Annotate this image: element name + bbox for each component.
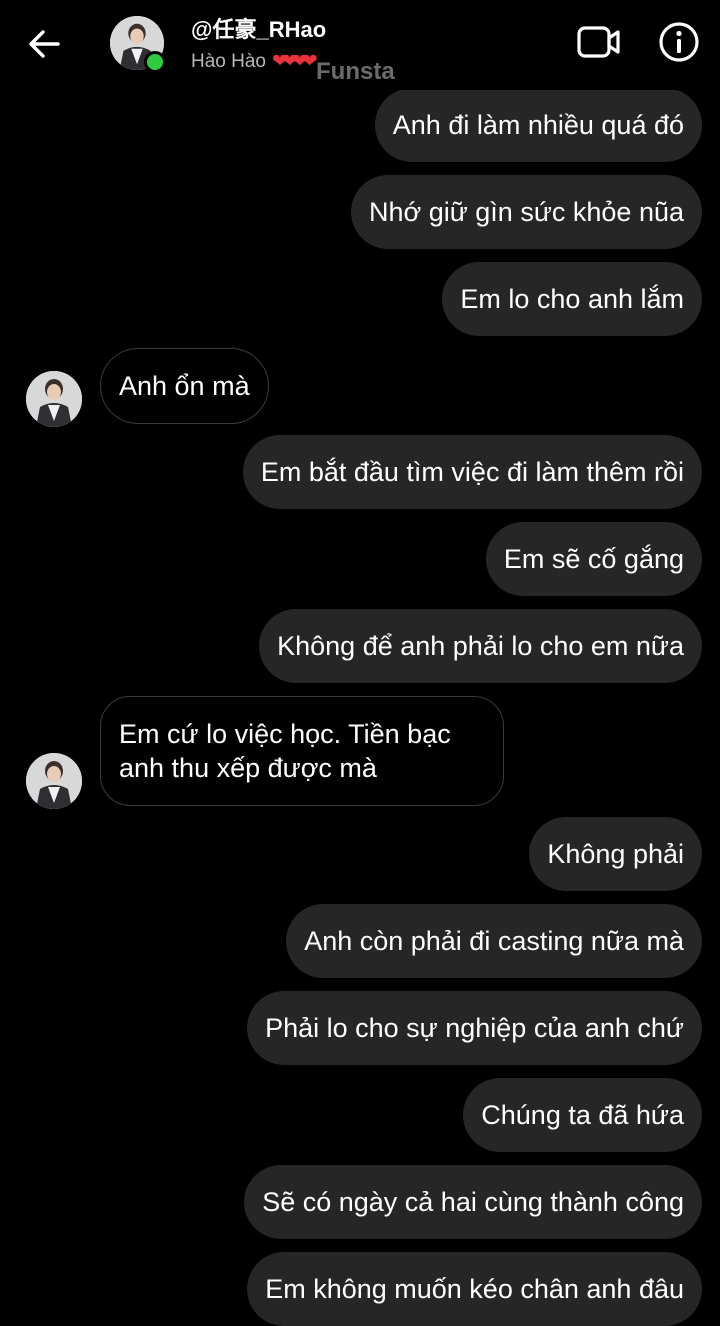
received-message-bubble[interactable]: Em cứ lo việc học. Tiền bạc anh thu xếp … (100, 696, 504, 806)
sent-message-bubble[interactable]: Không để anh phải lo cho em nữa (259, 609, 702, 683)
arrow-left-icon (29, 30, 60, 58)
sent-message-bubble[interactable]: Em bắt đầu tìm việc đi làm thêm rồi (242, 435, 702, 509)
sent-message-bubble[interactable]: Anh còn phải đi casting nữa mà (286, 904, 702, 978)
sent-message-bubble[interactable]: Không phải (529, 817, 702, 891)
contact-status: Hào Hào ❤❤❤❤ (191, 50, 318, 74)
sent-message-bubble[interactable]: Phải lo cho sự nghiệp của anh chứ (247, 991, 702, 1065)
received-message-bubble[interactable]: Anh ổn mà (100, 348, 269, 424)
chat-header: @任豪_RHao Hào Hào ❤❤❤❤ Funsta (0, 0, 720, 90)
sent-message-bubble[interactable]: Em lo cho anh lắm (442, 262, 702, 336)
video-camera-icon (577, 26, 620, 58)
video-call-button[interactable] (576, 22, 622, 62)
sent-message-bubble[interactable]: Sẽ có ngày cả hai cùng thành công (244, 1165, 702, 1239)
avatar-photo (26, 371, 82, 427)
sent-message-bubble[interactable]: Chúng ta đã hứa (463, 1078, 702, 1152)
info-circle-icon (659, 22, 699, 62)
watermark: Funsta (316, 58, 395, 85)
sent-message-bubble[interactable]: Anh đi làm nhiều quá đó (374, 88, 702, 162)
contact-display-name: Hào Hào (191, 51, 266, 72)
avatar-photo (26, 753, 82, 809)
sent-message-bubble[interactable]: Nhớ giữ gìn sức khỏe nũa (350, 175, 702, 249)
contact-avatar[interactable] (26, 371, 82, 427)
sent-message-bubble[interactable]: Em không muốn kéo chân anh đâu (247, 1252, 702, 1326)
online-status-dot (144, 51, 166, 73)
back-button[interactable] (24, 26, 64, 62)
contact-username[interactable]: @任豪_RHao (191, 16, 326, 44)
message-thread[interactable]: Anh đi làm nhiều quá đó Nhớ giữ gìn sức … (0, 0, 720, 1326)
sent-message-bubble[interactable]: Em sẽ cố gắng (485, 522, 702, 596)
contact-avatar[interactable] (26, 753, 82, 809)
hearts-emoji: ❤❤❤❤ (272, 51, 318, 72)
info-button[interactable] (658, 21, 700, 63)
